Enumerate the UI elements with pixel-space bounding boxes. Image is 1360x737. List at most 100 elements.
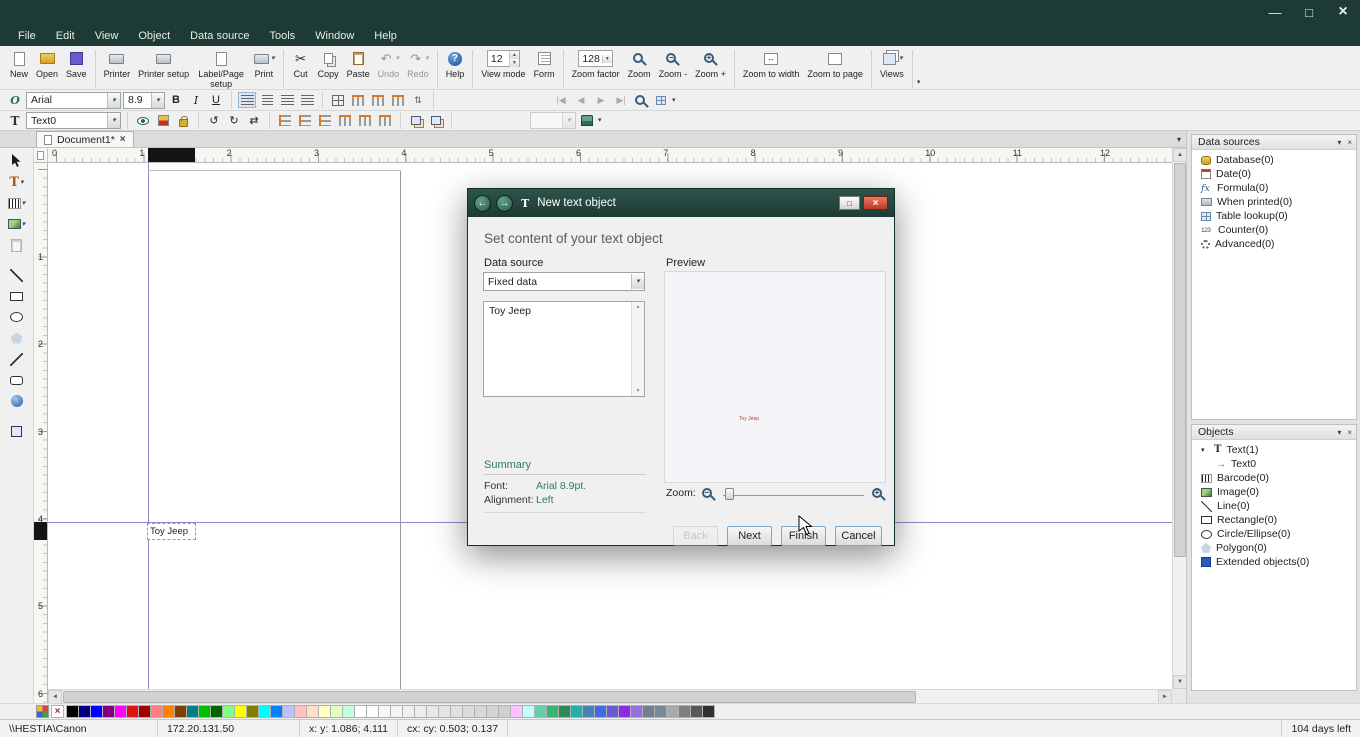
print-button[interactable]: ▾ Print — [249, 49, 279, 80]
open-button[interactable]: Open — [32, 49, 62, 80]
scroll-down-icon[interactable]: ▼ — [1173, 675, 1187, 689]
objects-item-polygon[interactable]: Polygon(0) — [1192, 541, 1356, 555]
menu-item[interactable]: Data source — [180, 28, 259, 44]
zoom-factor-control[interactable]: 128 ▼ Zoom factor — [568, 49, 624, 80]
stamp-button[interactable] — [578, 113, 596, 129]
align-right-button[interactable] — [278, 92, 296, 108]
help-button[interactable]: ? Help — [442, 49, 469, 80]
datasource-item-formula[interactable]: fx Formula(0) — [1192, 181, 1356, 195]
datasource-item-table-lookup[interactable]: Table lookup(0) — [1192, 209, 1356, 223]
align-objects-middle-button[interactable] — [356, 113, 374, 129]
printer-setup-button[interactable]: Printer setup — [134, 49, 193, 80]
find-button[interactable] — [632, 92, 650, 108]
datasource-item-date[interactable]: Date(0) — [1192, 167, 1356, 181]
panel-close-icon[interactable]: × — [1347, 138, 1352, 147]
horizontal-scroll-thumb[interactable] — [63, 691, 916, 703]
color-picker-icon[interactable] — [36, 705, 49, 718]
textbox-scrollbar[interactable]: ▲ ▼ — [631, 302, 644, 396]
menu-item[interactable]: Object — [128, 28, 180, 44]
tree-expander-icon[interactable]: ▾ — [1201, 446, 1209, 454]
line-tool[interactable] — [4, 266, 30, 284]
polygon-tool[interactable] — [4, 329, 30, 347]
finish-button[interactable]: Finish — [781, 526, 826, 546]
valign-top-button[interactable] — [349, 92, 367, 108]
objects-item-text0[interactable]: → Text0 — [1192, 457, 1356, 471]
cut-button[interactable]: ✂ Cut — [288, 49, 314, 80]
align-objects-top-button[interactable] — [336, 113, 354, 129]
font-family-combo[interactable]: Arial ▾ — [26, 91, 121, 109]
font-size-combo[interactable]: 8.9 ▾ — [123, 91, 165, 109]
text-tool[interactable]: T ▾ — [4, 173, 30, 191]
align-objects-center-button[interactable] — [296, 113, 314, 129]
align-left-button[interactable] — [238, 92, 256, 108]
dialog-back-icon[interactable]: ← — [474, 194, 491, 212]
tab-close-icon[interactable]: × — [120, 134, 126, 145]
dialog-forward-icon[interactable]: → — [496, 194, 513, 212]
objects-item-barcode[interactable]: Barcode(0) — [1192, 471, 1356, 485]
rounded-rectangle-tool[interactable] — [4, 371, 30, 389]
zoom-out-button[interactable]: − Zoom - — [655, 49, 692, 80]
zoom-in-button[interactable]: + Zoom + — [691, 49, 730, 80]
dialog-close-button[interactable]: × — [863, 196, 888, 210]
objects-item-extended[interactable]: Extended objects(0) — [1192, 555, 1356, 569]
minimize-button[interactable]: — — [1266, 5, 1284, 20]
lock-button[interactable] — [174, 113, 192, 129]
flip-horizontal-button[interactable]: ⇄ — [245, 113, 263, 129]
objects-item-rectangle[interactable]: Rectangle(0) — [1192, 513, 1356, 527]
zoom-in-icon[interactable]: + — [872, 487, 882, 498]
pointer-tool[interactable] — [4, 152, 30, 170]
datasource-item-database[interactable]: Database(0) — [1192, 153, 1356, 167]
data-source-combo[interactable]: Fixed data ▾ — [483, 272, 645, 291]
maximize-button[interactable]: □ — [1300, 5, 1318, 20]
menu-item[interactable]: Window — [305, 28, 364, 44]
fill-color-button[interactable] — [154, 113, 172, 129]
bring-to-front-button[interactable] — [407, 113, 425, 129]
view-mode-control[interactable]: 12 ▲ ▼ View mode — [477, 49, 529, 80]
vertical-scrollbar[interactable]: ▲ ▼ — [1172, 148, 1187, 689]
align-objects-right-button[interactable] — [316, 113, 334, 129]
toolbar-overflow-icon[interactable]: ▾ — [917, 79, 921, 86]
color-swatch[interactable] — [702, 705, 715, 718]
rectangle-tool[interactable] — [4, 287, 30, 305]
align-justify-button[interactable] — [298, 92, 316, 108]
close-button[interactable]: × — [1334, 3, 1352, 21]
menu-item[interactable]: File — [8, 28, 46, 44]
datasource-item-advanced[interactable]: Advanced(0) — [1192, 237, 1356, 251]
vertical-scroll-thumb[interactable] — [1174, 163, 1186, 557]
align-objects-bottom-button[interactable] — [376, 113, 394, 129]
zoom-to-width-button[interactable]: ↔ Zoom to width — [739, 49, 804, 80]
line-spacing-button[interactable]: ⇅ — [409, 92, 427, 108]
objects-item-image[interactable]: Image(0) — [1192, 485, 1356, 499]
views-button[interactable]: ▾ Views — [876, 49, 908, 80]
rotate-right-button[interactable]: ↻ — [225, 113, 243, 129]
send-to-back-button[interactable] — [427, 113, 445, 129]
borders-button[interactable] — [329, 92, 347, 108]
barcode-tool[interactable]: ▾ — [4, 194, 30, 212]
cancel-button[interactable]: Cancel — [835, 526, 882, 546]
view-mode-spinner[interactable]: 12 ▲ ▼ — [486, 50, 520, 67]
no-color-icon[interactable]: × — [51, 705, 64, 718]
copy-button[interactable]: Copy — [314, 49, 343, 80]
next-button[interactable]: Next — [727, 526, 772, 546]
object-name-combo[interactable]: Text0 ▾ — [26, 112, 121, 129]
underline-button[interactable]: U — [207, 92, 225, 109]
datasource-item-counter[interactable]: 123 Counter(0) — [1192, 223, 1356, 237]
menu-item[interactable]: Tools — [259, 28, 305, 44]
zoom-slider[interactable] — [722, 487, 864, 500]
label-page-setup-button[interactable]: Label/Page setup — [193, 49, 249, 91]
new-button[interactable]: New — [6, 49, 32, 80]
extended-object-tool[interactable] — [4, 392, 30, 410]
rotate-left-button[interactable]: ↺ — [205, 113, 223, 129]
objects-item-circle-ellipse[interactable]: Circle/Ellipse(0) — [1192, 527, 1356, 541]
zoom-button[interactable]: Zoom — [624, 49, 655, 80]
objects-item-line[interactable]: Line(0) — [1192, 499, 1356, 513]
image-tool[interactable]: ▾ — [4, 215, 30, 233]
valign-bottom-button[interactable] — [389, 92, 407, 108]
panel-menu-icon[interactable]: ▾ — [1337, 428, 1341, 437]
diagonal-line-tool[interactable] — [4, 350, 30, 368]
format-toolbar-overflow-icon[interactable]: ▾ — [672, 97, 676, 104]
menu-item[interactable]: Edit — [46, 28, 85, 44]
zoom-to-page-button[interactable]: Zoom to page — [803, 49, 867, 80]
zoom-slider-thumb[interactable] — [724, 487, 734, 500]
object-toolbar-overflow-icon[interactable]: ▾ — [598, 117, 602, 124]
